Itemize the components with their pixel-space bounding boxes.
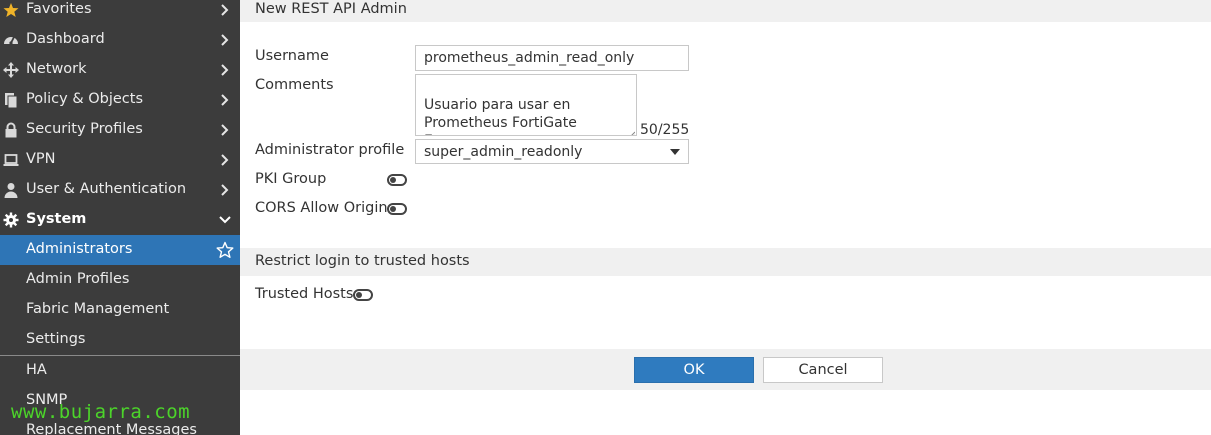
- form-header: New REST API Admin: [240, 0, 1211, 22]
- gear-icon: [3, 212, 19, 228]
- watermark: www.bujarra.com: [11, 401, 191, 423]
- sidebar-item-favorites[interactable]: Favorites: [0, 0, 240, 25]
- ok-button[interactable]: OK: [634, 357, 754, 383]
- chevron-right-icon: [218, 93, 232, 107]
- section-title: Restrict login to trusted hosts: [255, 253, 470, 269]
- admin-profile-value: super_admin_readonly: [424, 144, 583, 160]
- laptop-icon: [3, 152, 19, 168]
- dashboard-icon: [3, 32, 19, 48]
- lock-icon: [3, 122, 19, 138]
- resize-grip-icon[interactable]: [627, 126, 636, 135]
- sidebar-item-label: Settings: [26, 331, 86, 347]
- sidebar-item-label: Administrators: [26, 241, 133, 257]
- chevron-right-icon: [218, 123, 232, 137]
- sidebar-item-system[interactable]: System: [0, 205, 240, 235]
- pki-group-label: PKI Group: [255, 171, 327, 187]
- sidebar-item-label: System: [26, 211, 87, 227]
- chevron-right-icon: [218, 63, 232, 77]
- sidebar-item-dashboard[interactable]: Dashboard: [0, 25, 240, 55]
- cors-toggle[interactable]: [387, 203, 407, 215]
- trusted-hosts-label: Trusted Hosts: [255, 286, 354, 302]
- sidebar-item-policy-objects[interactable]: Policy & Objects: [0, 85, 240, 115]
- sidebar-item-admin-profiles[interactable]: Admin Profiles: [0, 265, 240, 295]
- sidebar-item-label: HA: [26, 362, 47, 378]
- trusted-hosts-section-header: Restrict login to trusted hosts: [240, 248, 1211, 276]
- chevron-right-icon: [218, 183, 232, 197]
- sidebar-item-label: Replacement Messages: [26, 422, 197, 435]
- sidebar-item-label: Fabric Management: [26, 301, 170, 317]
- trusted-hosts-toggle[interactable]: [353, 289, 373, 301]
- comments-textarea[interactable]: Usuario para usar en Prometheus FortiGat…: [415, 74, 637, 136]
- toggle-knob: [356, 292, 362, 298]
- username-label: Username: [255, 48, 329, 64]
- chevron-right-icon: [218, 153, 232, 167]
- username-value: prometheus_admin_read_only: [424, 50, 635, 66]
- sidebar-item-label: Security Profiles: [26, 121, 143, 137]
- sidebar-item-label: Policy & Objects: [26, 91, 144, 107]
- sidebar-item-label: Admin Profiles: [26, 271, 130, 287]
- user-icon: [3, 182, 19, 198]
- policy-icon: [3, 92, 19, 108]
- sidebar-item-label: VPN: [26, 151, 56, 167]
- page-title: New REST API Admin: [255, 1, 407, 17]
- toggle-knob: [390, 177, 396, 183]
- comments-label: Comments: [255, 77, 334, 93]
- sidebar-item-administrators[interactable]: Administrators: [0, 235, 240, 265]
- form-footer: OK Cancel: [240, 349, 1211, 390]
- sidebar-item-label: Network: [26, 61, 87, 77]
- sidebar-item-network[interactable]: Network: [0, 55, 240, 85]
- sidebar-item-vpn[interactable]: VPN: [0, 145, 240, 175]
- sidebar-item-user-authentication[interactable]: User & Authentication: [0, 175, 240, 205]
- sidebar-item-ha[interactable]: HA: [0, 356, 240, 386]
- caret-down-icon: [670, 149, 680, 155]
- sidebar: Favorites Dashboard Network Policy & Obj…: [0, 0, 240, 435]
- sidebar-item-settings[interactable]: Settings: [0, 325, 240, 355]
- star-icon: [3, 2, 19, 18]
- comments-counter: 50/255: [640, 122, 690, 138]
- main-content: New REST API Admin Username prometheus_a…: [240, 0, 1211, 435]
- username-field[interactable]: prometheus_admin_read_only: [415, 45, 689, 71]
- sidebar-item-label: Favorites: [26, 1, 92, 17]
- comments-value: Usuario para usar en Prometheus FortiGat…: [424, 97, 577, 135]
- chevron-down-icon: [218, 213, 232, 227]
- network-icon: [3, 62, 19, 78]
- sidebar-item-label: Dashboard: [26, 31, 105, 47]
- toggle-knob: [390, 206, 396, 212]
- chevron-right-icon: [218, 33, 232, 47]
- sidebar-item-fabric-management[interactable]: Fabric Management: [0, 295, 240, 325]
- pki-group-toggle[interactable]: [387, 174, 407, 186]
- chevron-right-icon: [218, 3, 232, 17]
- admin-profile-label: Administrator profile: [255, 142, 405, 158]
- star-outline-icon[interactable]: [216, 241, 234, 259]
- cancel-button[interactable]: Cancel: [763, 357, 883, 383]
- sidebar-item-security-profiles[interactable]: Security Profiles: [0, 115, 240, 145]
- sidebar-item-label: User & Authentication: [26, 181, 187, 197]
- cors-label: CORS Allow Origin: [255, 200, 388, 216]
- admin-profile-select[interactable]: super_admin_readonly: [415, 139, 689, 164]
